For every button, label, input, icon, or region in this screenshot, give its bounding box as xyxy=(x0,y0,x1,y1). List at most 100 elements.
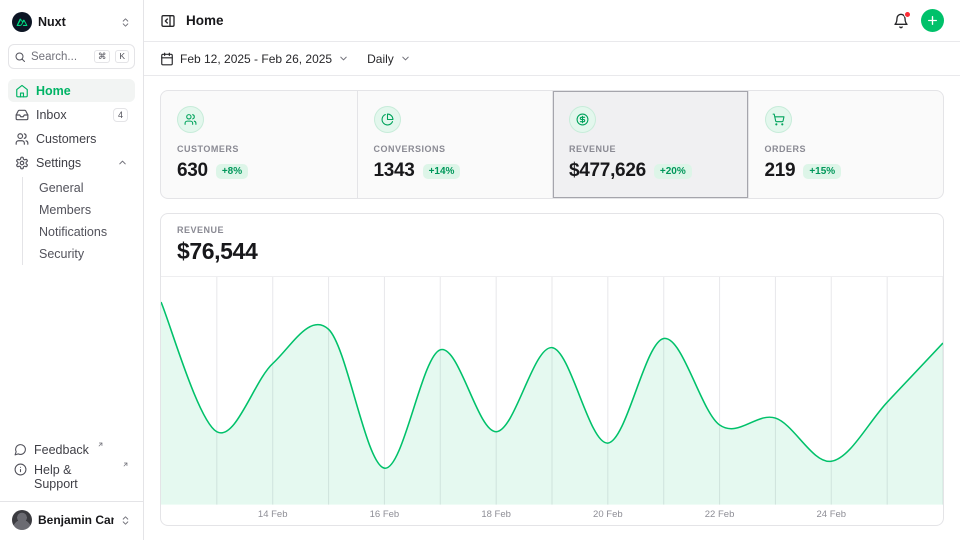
sidebar-item-inbox[interactable]: Inbox 4 xyxy=(8,103,135,126)
stat-delta-badge: +15% xyxy=(803,164,841,179)
stats-row: CUSTOMERS 630 +8% CONVERSIONS 1343 +14% xyxy=(160,90,944,199)
chart-header: REVENUE $76,544 xyxy=(161,214,943,277)
revenue-chart-card: REVENUE $76,544 14 Feb 16 Feb 18 Feb 20 Feb… xyxy=(160,213,944,526)
stat-card-conversions[interactable]: CONVERSIONS 1343 +14% xyxy=(357,91,553,198)
kbd-k: K xyxy=(115,50,129,63)
user-name: Benjamin Canac xyxy=(38,513,114,527)
nuxt-logo-icon xyxy=(12,12,32,32)
search-icon xyxy=(14,51,26,63)
feedback-link[interactable]: Feedback xyxy=(8,440,135,460)
sidebar-item-home[interactable]: Home xyxy=(8,79,135,102)
external-link-arrow-icon xyxy=(97,441,104,448)
sidebar-subitem-label: Members xyxy=(39,203,91,217)
date-range-value: Feb 12, 2025 - Feb 26, 2025 xyxy=(180,52,332,66)
x-axis-tick-label: 22 Feb xyxy=(705,509,735,520)
filters-toolbar: Feb 12, 2025 - Feb 26, 2025 Daily xyxy=(144,42,960,76)
stat-delta-badge: +8% xyxy=(216,164,248,179)
sidebar-subitem-label: Notifications xyxy=(39,225,107,239)
home-icon xyxy=(15,84,29,98)
kbd-cmd: ⌘ xyxy=(94,50,111,63)
search-input[interactable]: Search... ⌘ K xyxy=(8,44,135,69)
calendar-icon xyxy=(160,52,174,66)
sidebar-subitem-label: General xyxy=(39,181,83,195)
sidebar-spacer xyxy=(8,267,135,440)
page-title: Home xyxy=(186,13,224,28)
stat-card-revenue[interactable]: REVENUE $477,626 +20% xyxy=(552,91,748,198)
chevron-down-icon xyxy=(338,53,349,64)
pie-chart-icon xyxy=(374,106,401,133)
x-axis-tick-label: 18 Feb xyxy=(481,509,511,520)
settings-submenu: General Members Notifications Security xyxy=(22,177,135,265)
users-icon xyxy=(15,132,29,146)
plus-icon xyxy=(926,14,939,27)
sidebar-subitem-label: Security xyxy=(39,247,84,261)
chevron-up-icon xyxy=(117,157,128,168)
feedback-label: Feedback xyxy=(34,443,89,457)
sidebar-item-label: Inbox xyxy=(36,108,106,122)
page-header: Home xyxy=(144,0,960,42)
gear-icon xyxy=(15,156,29,170)
chevrons-up-down-icon xyxy=(120,17,131,28)
sidebar-item-members[interactable]: Members xyxy=(33,199,135,221)
x-axis-tick-label: 20 Feb xyxy=(593,509,623,520)
sidebar-collapse-icon[interactable] xyxy=(160,13,176,29)
date-range-picker[interactable]: Feb 12, 2025 - Feb 26, 2025 xyxy=(160,52,349,66)
inbox-icon xyxy=(15,108,29,122)
add-button[interactable] xyxy=(921,9,944,32)
sidebar-item-notifications[interactable]: Notifications xyxy=(33,221,135,243)
x-axis-tick-label: 24 Feb xyxy=(816,509,846,520)
main-area: Home Feb 12, 2025 - Feb 26, 2025 xyxy=(144,0,960,540)
stat-value: $477,626 xyxy=(569,160,646,182)
search-placeholder: Search... xyxy=(31,51,89,63)
sidebar-item-customers[interactable]: Customers xyxy=(8,127,135,150)
sidebar-item-label: Settings xyxy=(36,156,110,170)
sidebar-item-label: Home xyxy=(36,84,128,98)
user-menu[interactable]: Benjamin Canac xyxy=(8,502,135,532)
header-actions xyxy=(893,9,944,32)
stat-label: CUSTOMERS xyxy=(177,144,341,154)
workspace-name: Nuxt xyxy=(38,15,114,29)
stat-delta-badge: +14% xyxy=(423,164,461,179)
sidebar-item-security[interactable]: Security xyxy=(33,243,135,265)
stat-label: ORDERS xyxy=(765,144,928,154)
granularity-value: Daily xyxy=(367,52,394,66)
info-circle-icon xyxy=(14,463,27,476)
sidebar-item-label: Customers xyxy=(36,132,128,146)
cart-icon xyxy=(765,106,792,133)
external-link-arrow-icon xyxy=(122,461,129,468)
stat-delta-badge: +20% xyxy=(654,164,692,179)
help-support-label: Help & Support xyxy=(34,463,114,491)
stat-card-orders[interactable]: ORDERS 219 +15% xyxy=(748,91,944,198)
chevrons-up-down-icon xyxy=(120,515,131,526)
chart-metric-value: $76,544 xyxy=(177,238,927,265)
chevron-down-icon xyxy=(400,53,411,64)
stat-value: 1343 xyxy=(374,160,415,182)
x-axis-tick-label: 16 Feb xyxy=(370,509,400,520)
notifications-bell-button[interactable] xyxy=(893,13,909,29)
stat-label: REVENUE xyxy=(569,144,732,154)
stat-card-customers[interactable]: CUSTOMERS 630 +8% xyxy=(161,91,357,198)
help-support-link[interactable]: Help & Support xyxy=(8,460,135,494)
x-axis-tick-label: 14 Feb xyxy=(258,509,288,520)
message-circle-icon xyxy=(14,443,27,456)
sidebar: Nuxt Search... ⌘ K Home xyxy=(0,0,144,540)
avatar xyxy=(12,510,32,530)
granularity-select[interactable]: Daily xyxy=(367,52,411,66)
workspace-switcher[interactable]: Nuxt xyxy=(8,8,135,36)
users-icon xyxy=(177,106,204,133)
notification-dot xyxy=(904,11,911,18)
sidebar-item-general[interactable]: General xyxy=(33,177,135,199)
inbox-count-badge: 4 xyxy=(113,108,128,122)
stat-value: 630 xyxy=(177,160,208,182)
revenue-area-chart[interactable] xyxy=(161,277,943,505)
chart-metric-label: REVENUE xyxy=(177,225,927,235)
app-root: Nuxt Search... ⌘ K Home xyxy=(0,0,960,540)
dashboard-content: CUSTOMERS 630 +8% CONVERSIONS 1343 +14% xyxy=(144,76,960,540)
x-axis: 14 Feb 16 Feb 18 Feb 20 Feb 22 Feb 24 Feb xyxy=(161,505,943,525)
stat-value: 219 xyxy=(765,160,796,182)
chart-svg xyxy=(161,277,943,505)
stat-label: CONVERSIONS xyxy=(374,144,537,154)
dollar-circle-icon xyxy=(569,106,596,133)
sidebar-item-settings[interactable]: Settings xyxy=(8,151,135,174)
sidebar-nav: Home Inbox 4 Customers Settings xyxy=(8,79,135,267)
